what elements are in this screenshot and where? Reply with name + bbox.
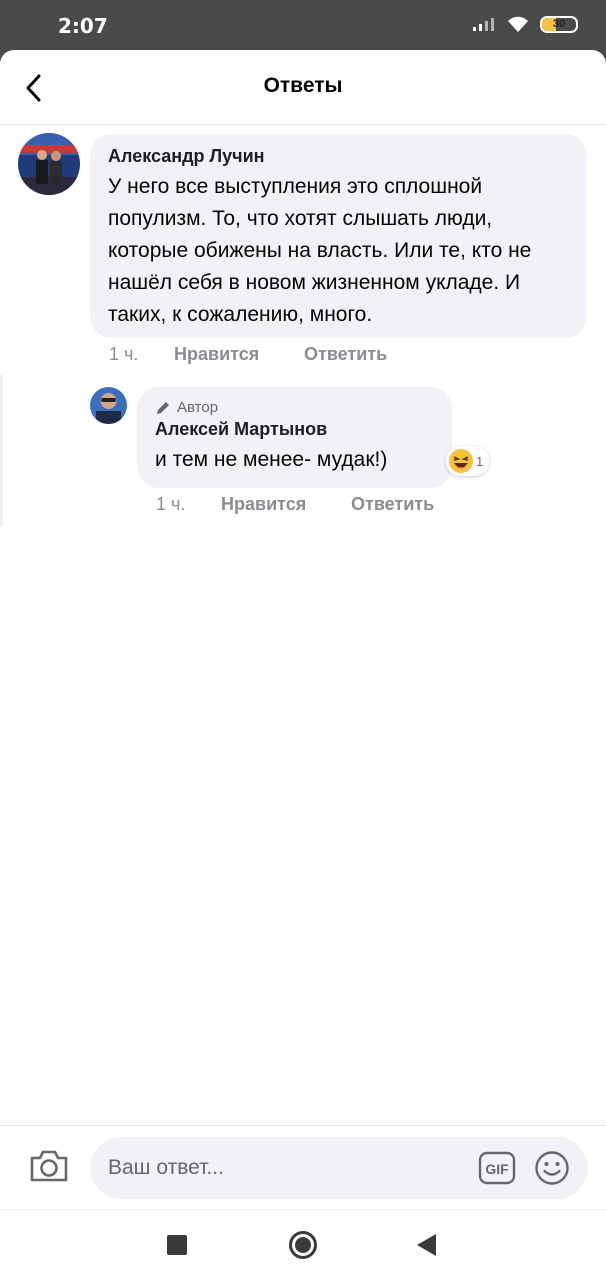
avatar-reply-author[interactable] [90,387,127,424]
status-bar: 2:07 30 [0,0,606,50]
haha-emoji-icon [449,449,473,473]
status-time: 2:07 [58,14,108,38]
author-badge: Автор [155,399,434,416]
replies-sheet: Ответы Александр Лучин У него все выступ… [0,50,606,1280]
reply-composer: GIF [0,1125,606,1209]
reply-text: и тем не менее- мудак!) [155,448,388,471]
author-badge-label: Автор [177,399,219,416]
comment-reply-button[interactable]: Ответить [304,344,387,365]
comment-bubble[interactable]: Александр Лучин У него все выступления э… [90,134,587,338]
signal-icon [473,18,494,31]
reply-time: 1 ч. [156,494,186,514]
home-circle-icon[interactable] [289,1231,317,1259]
comment-like-button[interactable]: Нравится [174,344,304,365]
system-nav-bar [0,1209,606,1280]
page-title: Ответы [263,74,343,97]
thread-line [0,375,3,527]
battery-icon: 30 [540,15,578,33]
emoji-button[interactable] [534,1150,570,1186]
comment-text: У него все выступления это сплошной попу… [108,175,532,326]
avatar-comment-author[interactable] [18,133,80,195]
battery-level: 30 [552,18,566,30]
wifi-icon [508,16,528,32]
gif-button[interactable]: GIF [478,1151,516,1185]
reply-author-name[interactable]: Алексей Мартынов [155,419,434,440]
reply-like-button[interactable]: Нравится [221,494,351,515]
status-icons: 30 [472,15,578,33]
pencil-icon [157,401,169,414]
comment-author-name[interactable]: Александр Лучин [108,146,569,167]
smiley-icon [535,1151,569,1185]
back-triangle-icon[interactable] [417,1234,436,1256]
reply-input[interactable] [108,1137,468,1199]
header: Ответы [0,50,606,125]
reaction-count: 1 [476,453,484,469]
reply-input-container: GIF [90,1137,588,1199]
comment-time: 1 ч. [109,344,139,364]
gif-icon: GIF [478,1151,516,1185]
camera-button[interactable] [28,1146,70,1186]
reaction-badge[interactable]: 1 [446,446,490,476]
camera-icon [30,1150,68,1182]
recents-square-icon[interactable] [167,1235,187,1255]
gif-label: GIF [485,1161,509,1177]
reply-bubble[interactable]: Автор Алексей Мартынов и тем не менее- м… [137,387,452,488]
reply-actions: 1 ч. Нравится Ответить [156,494,434,515]
comment-actions: 1 ч. Нравится Ответить [109,344,387,365]
reply-reply-button[interactable]: Ответить [351,494,434,515]
